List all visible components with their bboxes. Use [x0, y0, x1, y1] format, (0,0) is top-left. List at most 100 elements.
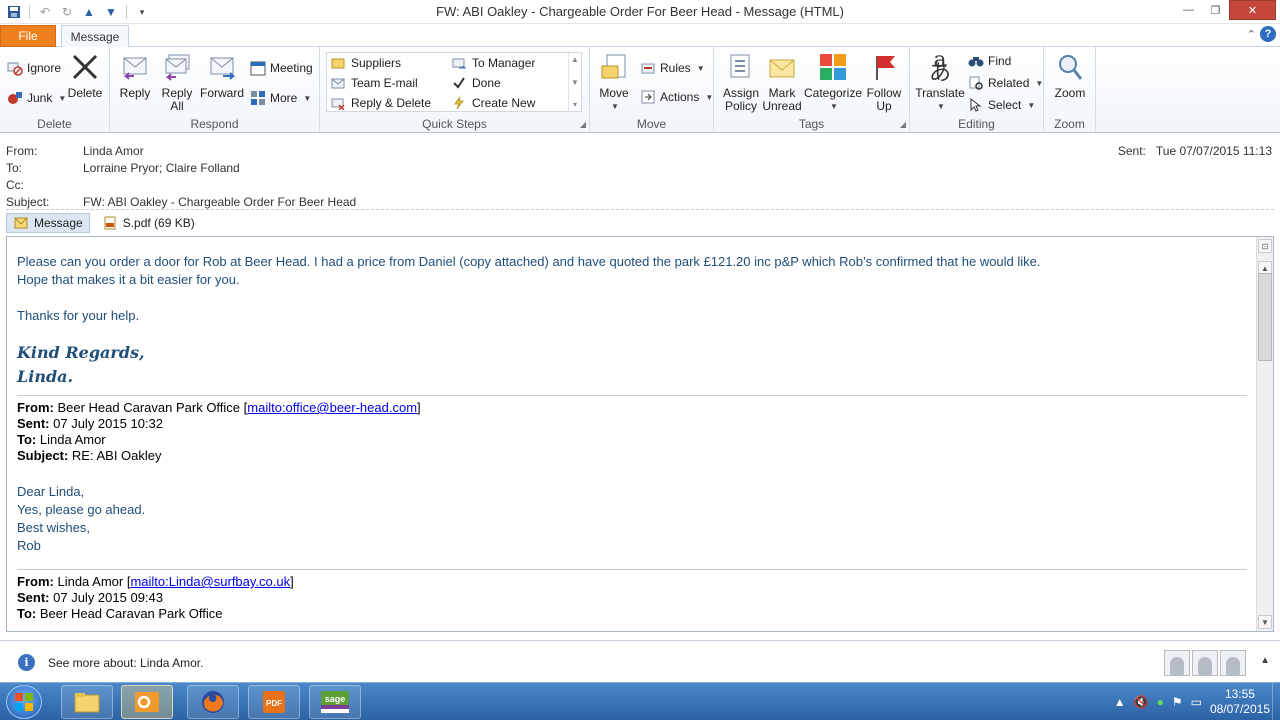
meeting-button[interactable]: Meeting	[250, 59, 313, 77]
network-icon[interactable]: ▭	[1191, 695, 1202, 709]
chevron-up-icon[interactable]: ▲	[1260, 655, 1270, 666]
pdf-taskbar-button[interactable]: PDF	[248, 685, 300, 719]
reply-button[interactable]: Reply	[118, 51, 152, 100]
vertical-scrollbar[interactable]: ⊡ ▲ ▼	[1256, 237, 1273, 631]
tab-file[interactable]: File	[0, 25, 56, 47]
quoted-from: From: Beer Head Caravan Park Office [mai…	[17, 400, 1247, 416]
attachment-file[interactable]: S.pdf (69 KB)	[96, 213, 201, 233]
junk-button[interactable]: Junk ▼	[7, 89, 66, 107]
system-tray: ▲ 🔇 ● ⚑ ▭ 13:55 08/07/2015	[1114, 687, 1270, 717]
quick-steps-gallery: Suppliers To Manager Team E-mail Done Re…	[326, 52, 582, 112]
scroll-assistant-icon[interactable]: ⊡	[1258, 239, 1272, 253]
more-respond-button[interactable]: More ▼	[250, 89, 311, 107]
collapse-ribbon-icon[interactable]: ⌃	[1247, 28, 1256, 41]
subject-value: RE: ABI Oakley	[71, 448, 162, 463]
email-link[interactable]: mailto:Linda@surfbay.co.uk	[130, 574, 290, 589]
outlook-taskbar-button[interactable]	[121, 685, 173, 719]
quoted-sent: Sent: 07 July 2015 09:43	[17, 590, 1247, 606]
quick-step-done[interactable]: Done	[451, 74, 501, 92]
show-desktop-button[interactable]	[1272, 683, 1280, 720]
follow-up-button[interactable]: Follow Up	[864, 51, 904, 113]
body-line: Please can you order a door for Rob at B…	[17, 254, 1041, 269]
quick-step-create-new[interactable]: Create New	[451, 94, 535, 112]
check-icon	[451, 75, 467, 91]
action-center-flag-icon[interactable]: ⚑	[1172, 695, 1183, 709]
lightning-icon	[451, 95, 467, 111]
chevron-up-icon[interactable]: ▲	[571, 55, 579, 64]
from-value[interactable]: Linda Amor	[83, 144, 144, 161]
reply-all-button[interactable]: Reply All	[158, 51, 196, 113]
firefox-taskbar-button[interactable]	[187, 685, 239, 719]
chevron-down-icon: ▼	[705, 92, 714, 102]
quick-step-label: Create New	[472, 96, 536, 110]
chevron-down-icon: ▼	[303, 93, 312, 103]
avatar[interactable]	[1192, 650, 1218, 676]
avatar[interactable]	[1220, 650, 1246, 676]
svg-text:PDF: PDF	[266, 699, 282, 708]
clock[interactable]: 13:55 08/07/2015	[1210, 687, 1270, 717]
scrollbar-thumb[interactable]	[1258, 273, 1272, 361]
quick-step-reply-delete[interactable]: Reply & Delete	[330, 94, 431, 112]
sent-label: Sent:	[1117, 144, 1146, 158]
close-icon[interactable]: ✕	[1229, 0, 1276, 20]
to-value[interactable]: Lorraine Pryor; Claire Folland	[83, 161, 240, 178]
show-hidden-icons-icon[interactable]: ▲	[1114, 695, 1126, 709]
message-tab[interactable]: Message	[6, 213, 90, 233]
find-button[interactable]: Find	[968, 52, 1011, 70]
attachment-bar: Message S.pdf (69 KB)	[6, 212, 201, 234]
dialog-launcher-icon[interactable]: ◢	[900, 120, 906, 129]
related-button[interactable]: Related ▼	[968, 74, 1043, 92]
quick-step-to-manager[interactable]: To Manager	[451, 54, 535, 72]
chevron-down-icon[interactable]: ▼	[571, 78, 579, 87]
avatar[interactable]	[1164, 650, 1190, 676]
actions-button[interactable]: Actions ▼	[640, 88, 713, 106]
quoted-from: From: Linda Amor [mailto:Linda@surfbay.c…	[17, 574, 1247, 590]
people-pane-text[interactable]: See more about: Linda Amor.	[48, 656, 203, 670]
mark-unread-button[interactable]: Mark Unread	[762, 51, 802, 113]
quick-step-suppliers[interactable]: Suppliers	[330, 54, 401, 72]
categorize-button[interactable]: Categorize ▼	[804, 51, 862, 113]
header-divider	[6, 209, 1274, 210]
zoom-button[interactable]: Zoom	[1052, 51, 1088, 100]
subject-label: Subject:	[17, 448, 69, 463]
quote-divider	[17, 569, 1247, 570]
sent-label: Sent:	[17, 590, 50, 605]
minimize-icon[interactable]: —	[1175, 0, 1202, 20]
policy-icon	[725, 51, 757, 83]
rules-button[interactable]: Rules ▼	[640, 59, 705, 77]
restore-icon[interactable]: ❐	[1202, 0, 1229, 20]
dialog-launcher-icon[interactable]: ◢	[580, 120, 586, 129]
quick-steps-scrollbar[interactable]: ▲ ▼ ▾	[568, 53, 581, 111]
bracket: ]	[417, 400, 421, 415]
explorer-taskbar-button[interactable]	[61, 685, 113, 719]
body-line: Thanks for your help.	[17, 308, 140, 323]
move-button[interactable]: Move ▼	[596, 51, 632, 113]
network-status-icon[interactable]: ●	[1157, 695, 1164, 709]
delete-label: Delete	[67, 86, 103, 100]
tab-message[interactable]: Message	[61, 25, 129, 48]
volume-muted-icon[interactable]: 🔇	[1134, 695, 1149, 709]
select-button[interactable]: Select ▼	[968, 96, 1035, 114]
scroll-down-icon[interactable]: ▼	[1258, 615, 1272, 629]
body-content: Please can you order a door for Rob at B…	[17, 253, 1247, 622]
outlook-icon	[135, 692, 159, 712]
help-icon[interactable]: ?	[1260, 26, 1276, 42]
expand-gallery-icon[interactable]: ▾	[573, 100, 577, 109]
translate-button[interactable]: aあ Translate ▼	[914, 50, 966, 113]
email-link[interactable]: mailto:office@beer-head.com	[247, 400, 417, 415]
message-tab-label: Message	[34, 216, 83, 230]
ignore-button[interactable]: Ignore	[7, 59, 61, 77]
more-label: More	[270, 91, 298, 105]
sage-taskbar-button[interactable]: sage	[309, 685, 361, 719]
delete-button[interactable]: Delete	[66, 51, 104, 100]
title-bar: ↶ ↻ ▲ ▼ ▾ FW: ABI Oakley - Chargeable Or…	[0, 0, 1280, 24]
forward-button[interactable]: Forward	[200, 51, 244, 100]
assign-policy-button[interactable]: Assign Policy	[720, 51, 762, 113]
flag-icon	[868, 51, 900, 83]
ribbon: Ignore Junk ▼ Delete Delete Reply Reply …	[0, 47, 1280, 133]
group-label: Delete	[37, 117, 72, 131]
quick-step-team-email[interactable]: Team E-mail	[330, 74, 418, 92]
chevron-down-icon: ▼	[937, 102, 945, 111]
categorize-icon	[817, 51, 849, 83]
start-button[interactable]	[6, 685, 42, 719]
